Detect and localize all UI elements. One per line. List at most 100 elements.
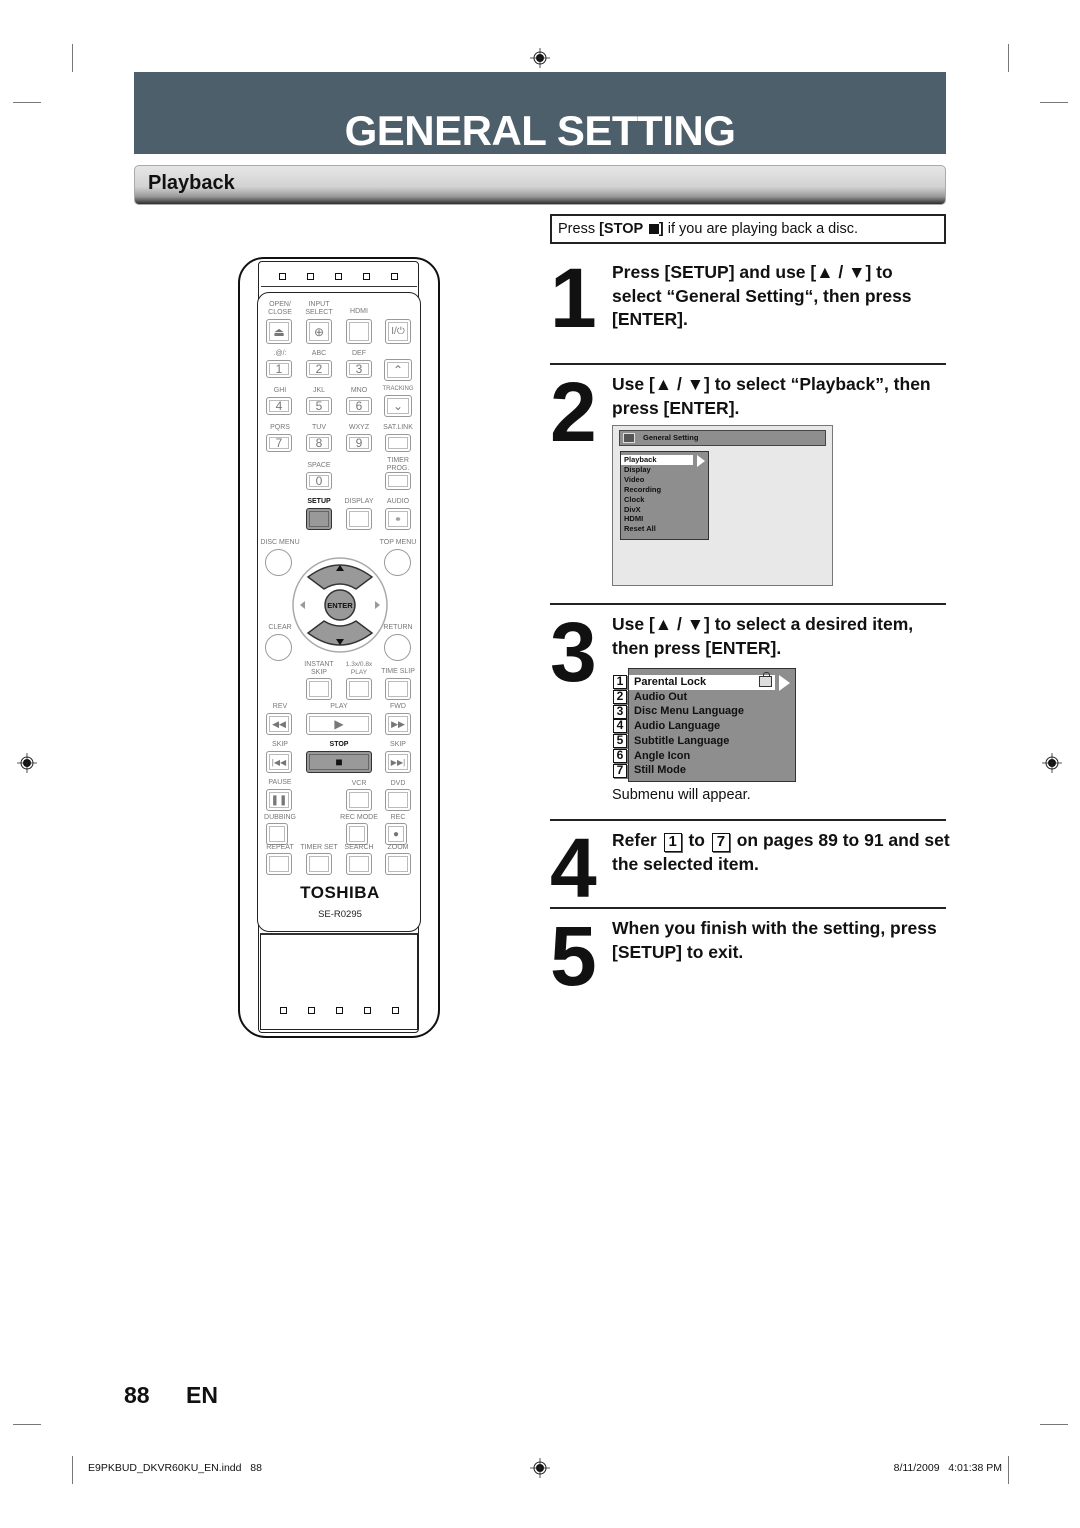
setup-button[interactable] xyxy=(306,508,332,530)
ir-dot xyxy=(364,1007,371,1014)
timer-prog-button[interactable] xyxy=(385,472,411,490)
section-title: Playback xyxy=(148,172,235,194)
note-text: if you are playing back a disc. xyxy=(663,221,858,237)
zoom-button[interactable] xyxy=(385,853,411,875)
crop-mark xyxy=(72,1456,73,1484)
clear-button[interactable] xyxy=(265,634,292,661)
digit-2-button[interactable]: 2 xyxy=(306,360,332,378)
timer-set-button[interactable] xyxy=(306,853,332,875)
registration-mark-icon xyxy=(17,753,37,773)
sat-link-button[interactable] xyxy=(385,434,411,452)
ir-dot xyxy=(392,1007,399,1014)
key-label: .@/: xyxy=(273,350,287,357)
menu-item-subtitle-language[interactable]: Subtitle Language xyxy=(629,734,775,749)
key-label: SETUP xyxy=(307,498,331,505)
input-select-button[interactable]: ⊕ xyxy=(306,319,332,344)
crop-mark xyxy=(1008,44,1009,72)
digit-6-button[interactable]: 6 xyxy=(346,397,372,415)
digit-1-button[interactable]: 1 xyxy=(266,360,292,378)
menu-item-clock[interactable]: Clock xyxy=(621,495,693,505)
rec-button[interactable]: ● xyxy=(385,823,407,845)
digit-3-button[interactable]: 3 xyxy=(346,360,372,378)
key-label: DISC MENU xyxy=(260,539,300,546)
menu-item-audio-out[interactable]: Audio Out xyxy=(629,690,775,705)
step-number: 5 xyxy=(550,909,597,1003)
key-label: JKL xyxy=(312,387,326,394)
menu-item-playback[interactable]: Playback xyxy=(621,455,693,465)
play-button[interactable]: ▶ xyxy=(306,713,372,735)
skip-forward-button[interactable]: ▶▶| xyxy=(385,751,411,773)
ir-dot xyxy=(280,1007,287,1014)
menu-item-recording[interactable]: Recording xyxy=(621,485,693,495)
tracking-down-button[interactable]: ⌄ xyxy=(384,395,412,417)
step-instruction: Use [▲ / ▼] to select a desired item, th… xyxy=(612,614,914,658)
instant-skip-button[interactable] xyxy=(306,678,332,700)
step-text-part: Refer xyxy=(612,830,662,850)
key-label: TIMER PROG. xyxy=(386,457,410,472)
rev-button[interactable]: ◀◀ xyxy=(266,713,292,735)
display-button[interactable] xyxy=(346,508,372,530)
time-slip-button[interactable] xyxy=(385,678,411,700)
stop-button[interactable]: ■ xyxy=(306,751,372,773)
key-label: GHI xyxy=(273,387,287,394)
vcr-button[interactable] xyxy=(346,789,372,811)
crop-mark xyxy=(1040,102,1068,103)
brand-logo: TOSHIBA xyxy=(300,883,380,902)
audio-button[interactable]: ⚭ xyxy=(385,508,411,530)
dubbing-button[interactable] xyxy=(266,823,288,845)
registration-mark-icon xyxy=(530,48,550,68)
hdmi-button[interactable] xyxy=(346,319,372,344)
stop-note: Press [STOP ] if you are playing back a … xyxy=(550,214,946,244)
menu-item-still-mode[interactable]: Still Mode xyxy=(629,763,775,778)
digit-8-button[interactable]: 8 xyxy=(306,434,332,452)
rec-mode-button[interactable] xyxy=(346,823,368,845)
key-label: INSTANT SKIP xyxy=(304,661,334,676)
item-number: 7 xyxy=(613,763,627,778)
step-instruction: Use [▲ / ▼] to select “Playback”, then p… xyxy=(612,374,931,418)
menu-item-audio-language[interactable]: Audio Language xyxy=(629,719,775,734)
speed-play-button[interactable] xyxy=(346,678,372,700)
section-bar: Playback xyxy=(134,165,946,205)
ir-dot xyxy=(307,273,314,280)
digit-5-button[interactable]: 5 xyxy=(306,397,332,415)
tracking-up-button[interactable]: ⌃ xyxy=(384,359,412,381)
repeat-button[interactable] xyxy=(266,853,292,875)
page-number: 88 xyxy=(124,1382,150,1408)
menu-item-display[interactable]: Display xyxy=(621,465,693,475)
item-number: 5 xyxy=(613,734,627,749)
digit-4-button[interactable]: 4 xyxy=(266,397,292,415)
fwd-button[interactable]: ▶▶ xyxy=(385,713,411,735)
dvd-button[interactable] xyxy=(385,789,411,811)
menu-item-hdmi[interactable]: HDMI xyxy=(621,514,693,524)
digit-7-button[interactable]: 7 xyxy=(266,434,292,452)
power-button[interactable]: I/⏻ xyxy=(385,319,411,344)
open-close-button[interactable]: ⏏ xyxy=(266,319,292,344)
search-button[interactable] xyxy=(346,853,372,875)
crop-mark xyxy=(13,102,41,103)
key-label: FWD xyxy=(390,703,406,710)
digit-9-button[interactable]: 9 xyxy=(346,434,372,452)
menu-item-video[interactable]: Video xyxy=(621,475,693,485)
digit-0-button[interactable]: 0 xyxy=(306,472,332,490)
disc-menu-button[interactable] xyxy=(265,549,292,576)
menu-item-parental-lock[interactable]: Parental Lock xyxy=(629,672,775,690)
return-button[interactable] xyxy=(384,634,411,661)
key-label: ABC xyxy=(311,350,327,357)
key-label: SAT.LINK xyxy=(383,424,413,431)
menu-item-disc-menu-language[interactable]: Disc Menu Language xyxy=(629,704,775,719)
key-label: ZOOM xyxy=(387,844,409,851)
skip-back-button[interactable]: |◀◀ xyxy=(266,751,292,773)
divider xyxy=(550,907,946,909)
step-instruction: Press [SETUP] and use [▲ / ▼] to select … xyxy=(612,262,912,329)
menu-item-reset-all[interactable]: Reset All xyxy=(621,524,693,534)
key-label: MNO xyxy=(350,387,368,394)
menu-item-divx[interactable]: DivX xyxy=(621,505,693,515)
item-number: 3 xyxy=(613,704,627,719)
pause-button[interactable]: ❚❚ xyxy=(266,789,292,811)
item-ref-box: 7 xyxy=(711,833,730,852)
item-number-list: 1 2 3 4 5 6 7 xyxy=(613,675,627,779)
registration-mark-icon xyxy=(530,1458,550,1478)
menu-item-angle-icon[interactable]: Angle Icon xyxy=(629,749,775,764)
key-label: INPUT SELECT xyxy=(305,301,333,316)
key-label: DVD xyxy=(390,780,406,787)
